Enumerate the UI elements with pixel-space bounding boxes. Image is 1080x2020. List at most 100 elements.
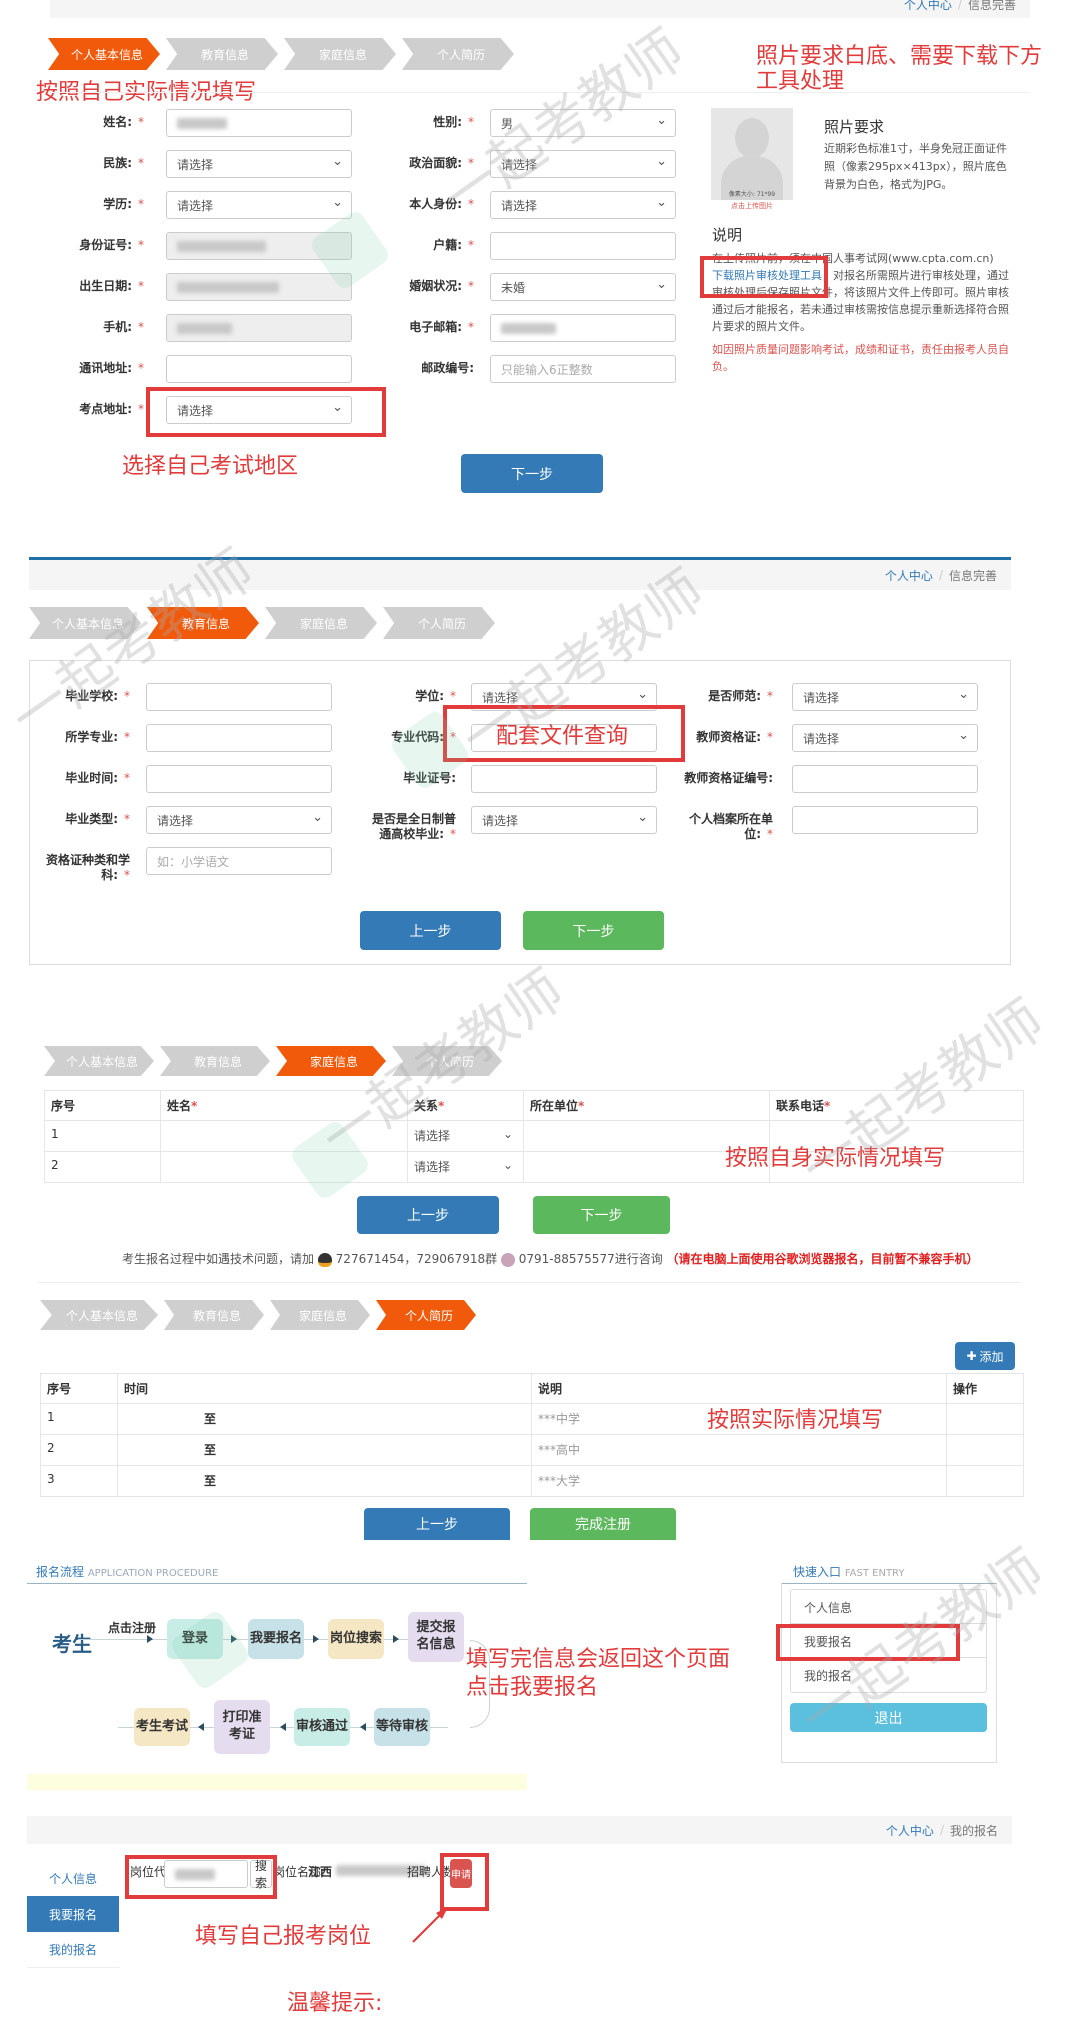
input-basic-left-4[interactable] [166, 273, 352, 301]
select-basic-left-1[interactable]: 请选择 [166, 150, 352, 178]
required-star: * [138, 238, 144, 252]
breadcrumb-home[interactable]: 个人中心 [904, 0, 952, 13]
time-range[interactable]: 至 [117, 1403, 532, 1435]
select-basic-right-2[interactable]: 请选择 [490, 191, 676, 219]
select-basic-left-2[interactable]: 请选择 [166, 191, 352, 219]
required-star: * [450, 827, 456, 841]
step-education[interactable]: 教育信息 [164, 1300, 264, 1330]
select-basic-right-4[interactable]: 未婚 [490, 273, 676, 301]
name-input[interactable] [160, 1120, 408, 1152]
desc-input[interactable]: ***高中 [531, 1434, 947, 1466]
input-edu-1-4[interactable]: 如：小学语文 [146, 847, 332, 875]
step-basic-info[interactable]: 个人基本信息 [40, 1300, 158, 1330]
field-label: 邮政编号: [421, 361, 474, 375]
sidebar-item-apply[interactable]: 我要报名 [27, 1896, 119, 1932]
flow-step-print-ticket: 打印准考证 [214, 1700, 270, 1754]
select-edu-1-3[interactable]: 请选择 [146, 806, 332, 834]
step-resume[interactable]: 个人简历 [376, 1300, 476, 1330]
cell-no: 2 [40, 1434, 118, 1466]
next-button-3[interactable]: 下一步 [533, 1196, 670, 1234]
finish-register-button[interactable]: 完成注册 [530, 1508, 676, 1540]
required-star: * [767, 827, 773, 841]
input-basic-right-6[interactable]: 只能输入6正整数 [490, 355, 676, 383]
field-label: 婚姻状况: * [409, 279, 474, 293]
input-basic-right-5[interactable] [490, 314, 676, 342]
breadcrumb-current: 我的报名 [949, 1823, 998, 1838]
select-basic-right-0[interactable]: 男 [490, 109, 676, 137]
annotation-file-query: 配套文件查询 [496, 724, 629, 749]
sidebar-item-personal-info[interactable]: 个人信息 [27, 1860, 119, 1896]
breadcrumb-current: 信息完善 [948, 568, 997, 583]
input-edu-2-2[interactable] [471, 765, 657, 793]
step-resume[interactable]: 个人简历 [392, 1046, 502, 1076]
desc-input[interactable]: ***大学 [531, 1465, 947, 1497]
relation-select[interactable]: 请选择 ⌄ [407, 1151, 524, 1183]
arrow-right-icon [313, 1635, 319, 1643]
step-family[interactable]: 家庭信息 [270, 1300, 370, 1330]
breadcrumb-home[interactable]: 个人中心 [886, 1822, 934, 1839]
blurred-value [177, 240, 266, 252]
actor-label: 考生 [52, 1632, 92, 1656]
select-edu-3-0[interactable]: 请选择 [792, 683, 978, 711]
procedure-underline [27, 1583, 527, 1584]
select-edu-3-1[interactable]: 请选择 [792, 724, 978, 752]
breadcrumb-separator: / [938, 568, 943, 582]
register-link[interactable]: 点击注册 [108, 1619, 156, 1636]
required-star: * [124, 771, 130, 785]
step-basic-info[interactable]: 个人基本信息 [48, 38, 160, 70]
required-star: * [124, 689, 130, 703]
prev-button-4[interactable]: 上一步 [364, 1508, 510, 1540]
input-basic-left-5[interactable] [166, 314, 352, 342]
input-edu-1-2[interactable] [146, 765, 332, 793]
input-basic-right-3[interactable] [490, 232, 676, 260]
field-label: 是否是全日制普通高校毕业: * [371, 812, 456, 841]
fast-entry-personal-info[interactable]: 个人信息 [791, 1590, 986, 1624]
time-range[interactable]: 至 [117, 1465, 532, 1497]
prev-button-3[interactable]: 上一步 [357, 1196, 499, 1234]
time-range[interactable]: 至 [117, 1434, 532, 1466]
step-family[interactable]: 家庭信息 [284, 38, 396, 70]
col-header-phone: 联系电话* [769, 1090, 1024, 1121]
relation-select[interactable]: 请选择 ⌄ [407, 1120, 524, 1152]
required-star: * [138, 320, 144, 334]
add-button[interactable]: ✚ 添加 [955, 1342, 1015, 1370]
step-family[interactable]: 家庭信息 [276, 1046, 386, 1076]
field-label: 毕业证号: [403, 771, 456, 785]
select-edu-2-3[interactable]: 请选择 [471, 806, 657, 834]
note-title: 说明 [712, 226, 743, 244]
input-edu-3-3[interactable] [792, 806, 978, 834]
sidebar-item-my-apply[interactable]: 我的报名 [27, 1932, 119, 1968]
breadcrumb-current: 信息完善 [967, 0, 1016, 12]
step-basic-info[interactable]: 个人基本信息 [29, 607, 141, 639]
input-basic-left-3[interactable] [166, 232, 352, 260]
input-basic-left-6[interactable] [166, 355, 352, 383]
next-button-1[interactable]: 下一步 [461, 454, 603, 493]
annotation-photo-requirement: 照片要求白底、需要下载下方 工具处理 [756, 44, 1043, 95]
logout-button[interactable]: 退出 [790, 1703, 987, 1732]
select-basic-right-1[interactable]: 请选择 [490, 150, 676, 178]
step-family[interactable]: 家庭信息 [265, 607, 377, 639]
blurred-value [177, 322, 232, 334]
step-education[interactable]: 教育信息 [147, 607, 259, 639]
input-edu-1-1[interactable] [146, 724, 332, 752]
input-edu-1-0[interactable] [146, 683, 332, 711]
cell-no: 1 [44, 1120, 161, 1152]
next-button-2[interactable]: 下一步 [523, 911, 664, 950]
col-header-desc: 说明 [531, 1373, 947, 1404]
input-basic-left-0[interactable] [166, 109, 352, 137]
photo-placeholder[interactable]: 像素大小: 71*99 [711, 108, 793, 200]
upload-photo-link[interactable]: 点击上传图片 [711, 201, 793, 211]
field-label: 个人档案所在单位: * [688, 812, 773, 841]
prev-button-2[interactable]: 上一步 [360, 911, 501, 950]
step-resume[interactable]: 个人简历 [383, 607, 495, 639]
required-star: * [138, 115, 144, 129]
step-resume[interactable]: 个人简历 [402, 38, 514, 70]
breadcrumb-home[interactable]: 个人中心 [885, 567, 933, 584]
input-edu-3-2[interactable] [792, 765, 978, 793]
photo-warning: 如因照片质量问题影响考试，成绩和证书，责任由报考人员自负。 [712, 343, 1009, 373]
step-education[interactable]: 教育信息 [160, 1046, 270, 1076]
fast-entry-my-apply[interactable]: 我的报名 [791, 1658, 986, 1692]
step-education[interactable]: 教育信息 [166, 38, 278, 70]
step-basic-info[interactable]: 个人基本信息 [44, 1046, 154, 1076]
name-input[interactable] [160, 1151, 408, 1183]
